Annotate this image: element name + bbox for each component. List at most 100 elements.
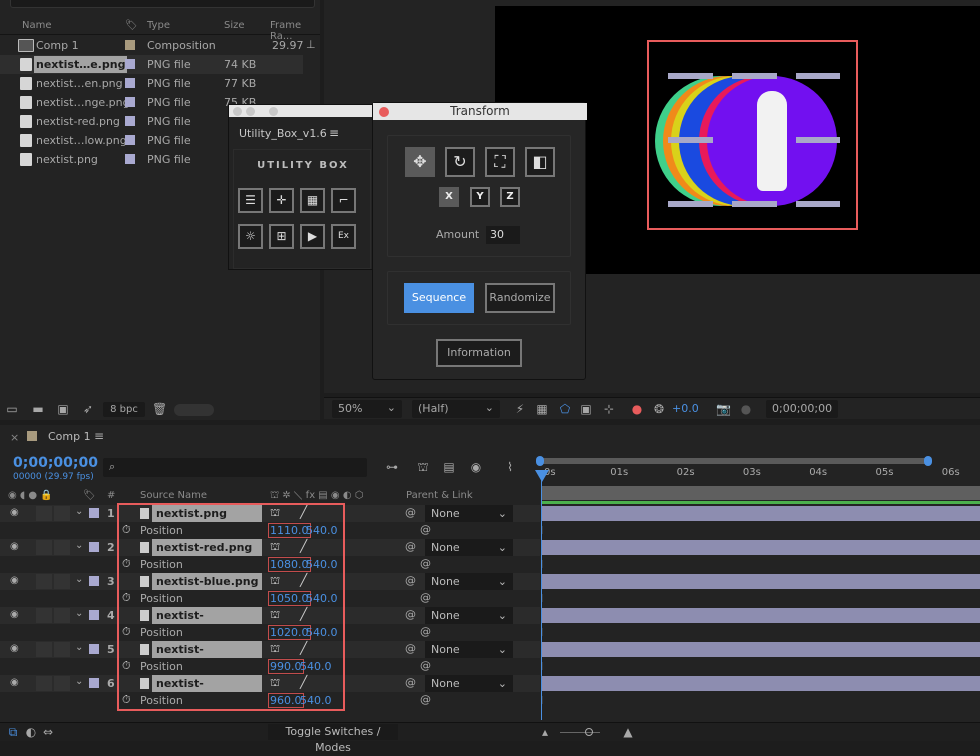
toggle-switches-modes-button[interactable]: Toggle Switches / Modes [268, 724, 398, 754]
exposure-value[interactable]: +0.0 [672, 402, 699, 415]
camera-icon[interactable]: ▶ [300, 224, 325, 249]
mask-visibility-icon[interactable]: ⬠ [558, 402, 572, 416]
work-area-bar[interactable] [541, 458, 927, 464]
split-quad-icon[interactable]: ⊞ [269, 224, 294, 249]
pick-whip-icon[interactable]: @ [405, 642, 416, 655]
pick-whip-icon[interactable]: @ [405, 506, 416, 519]
solo-switch[interactable] [36, 642, 52, 657]
label-color-swatch[interactable] [89, 678, 99, 688]
color-channels-icon[interactable]: ● [630, 402, 644, 416]
lock-switch[interactable] [54, 506, 70, 521]
chevron-down-icon[interactable]: ⌄ [75, 574, 83, 585]
zoom-out-icon[interactable]: ▴ [538, 725, 552, 739]
graph-editor-icon[interactable]: ⌇ [503, 460, 517, 474]
transform-titlebar[interactable]: Transform [373, 103, 587, 120]
solo-switch[interactable] [36, 506, 52, 521]
expression-pick-whip-icon[interactable]: @ [420, 659, 431, 672]
pick-whip-icon[interactable]: @ [405, 608, 416, 621]
expression-pick-whip-icon[interactable]: @ [420, 591, 431, 604]
composition-mini-flowchart-icon[interactable]: ⊶ [385, 460, 399, 474]
sun-icon[interactable]: ☼ [238, 224, 263, 249]
label-color-swatch[interactable] [125, 135, 135, 145]
exposure-reset-icon[interactable]: ❂ [652, 402, 666, 416]
lock-switch[interactable] [54, 574, 70, 589]
work-area-range[interactable] [541, 486, 980, 500]
work-area-start-handle[interactable] [536, 456, 544, 466]
trash-icon[interactable]: 🗑 [152, 402, 167, 416]
snapshot-camera-icon[interactable]: 📷 [716, 402, 731, 416]
layer-handle[interactable] [668, 201, 713, 207]
layer-handle[interactable] [796, 137, 840, 143]
chevron-down-icon[interactable]: ⌄ [75, 506, 83, 517]
axis-y-button[interactable]: Y [470, 187, 490, 207]
lock-switch[interactable] [54, 608, 70, 623]
source-name-header[interactable]: Source Name [140, 490, 207, 501]
layer-search-input[interactable]: ⌕ [103, 458, 367, 477]
transparency-grid-icon[interactable]: ▦ [535, 402, 549, 416]
project-search-input[interactable] [10, 0, 315, 8]
label-color-swatch[interactable] [89, 508, 99, 518]
eye-icon[interactable]: ◉ [10, 507, 19, 518]
parent-dropdown[interactable]: None ⌄ [425, 505, 513, 522]
label-color-swatch[interactable] [89, 610, 99, 620]
current-time-display[interactable]: 0;00;00;00 [766, 400, 838, 418]
anchor-point-icon[interactable]: ✛ [269, 188, 294, 213]
interpret-footage-icon[interactable]: ▭ [5, 402, 19, 416]
solo-switch[interactable] [36, 540, 52, 555]
label-color-swatch[interactable] [125, 116, 135, 126]
eye-icon[interactable]: ◉ [10, 575, 19, 586]
window-minimize-button[interactable] [246, 107, 255, 116]
layer-handle[interactable] [668, 73, 713, 79]
parent-dropdown[interactable]: None ⌄ [425, 573, 513, 590]
label-color-swatch[interactable] [89, 542, 99, 552]
lock-switch[interactable] [54, 540, 70, 555]
rotate-icon[interactable]: ↻ [445, 147, 475, 177]
label-color-swatch[interactable] [125, 97, 135, 107]
layer-duration-bar[interactable] [541, 506, 980, 521]
timeline-timecode[interactable]: 0;00;00;00 [13, 455, 98, 471]
align-icon[interactable]: ☰ [238, 188, 263, 213]
parent-dropdown[interactable]: None ⌄ [425, 539, 513, 556]
layer-duration-bar[interactable] [541, 540, 980, 555]
layer-handle[interactable] [796, 201, 840, 207]
col-name[interactable]: Name [22, 20, 52, 31]
playhead-line[interactable] [541, 470, 542, 720]
pick-whip-icon[interactable]: @ [405, 676, 416, 689]
label-color-swatch[interactable] [89, 576, 99, 586]
scale-icon[interactable]: ⛶ [485, 147, 515, 177]
label-color-swatch[interactable] [125, 59, 135, 69]
eye-icon[interactable]: ◉ [10, 677, 19, 688]
hamburger-menu-icon[interactable]: ≡ [94, 429, 104, 443]
in-out-toggle-icon[interactable]: ⇔ [41, 725, 55, 739]
axis-z-button[interactable]: Z [500, 187, 520, 207]
parent-dropdown[interactable]: None ⌄ [425, 641, 513, 658]
eye-icon[interactable]: ◉ [10, 541, 19, 552]
expression-pick-whip-icon[interactable]: @ [420, 557, 431, 570]
utility-box-titlebar[interactable] [229, 105, 375, 117]
lock-switch[interactable] [54, 676, 70, 691]
solo-switch[interactable] [36, 574, 52, 589]
parent-dropdown[interactable]: None ⌄ [425, 607, 513, 624]
timeline-zoom-slider[interactable] [560, 732, 600, 733]
zoom-in-icon[interactable]: ▲ [621, 725, 635, 739]
opacity-icon[interactable]: ◧ [525, 147, 555, 177]
grid-guides-icon[interactable]: ⊹ [602, 402, 616, 416]
zoom-dropdown[interactable]: 50% ⌄ [332, 400, 402, 418]
fast-preview-icon[interactable]: ⚡ [513, 402, 527, 416]
window-close-button[interactable] [233, 107, 242, 116]
parent-link-header[interactable]: Parent & Link [406, 490, 473, 501]
comp-tab[interactable]: Comp 1 [48, 430, 91, 443]
col-size[interactable]: Size [224, 20, 245, 31]
region-of-interest-icon[interactable]: ▣ [579, 402, 593, 416]
layer-switches-toggle-icon[interactable]: ⧉ [6, 725, 20, 739]
layer-handle[interactable] [732, 73, 777, 79]
hamburger-menu-icon[interactable]: ≡ [329, 126, 339, 140]
chevron-down-icon[interactable]: ⌄ [75, 676, 83, 687]
close-button[interactable] [379, 107, 389, 117]
label-color-swatch[interactable] [89, 644, 99, 654]
project-item[interactable]: nextist…e.png PNG file 74 KB [0, 55, 303, 74]
expression-pick-whip-icon[interactable]: @ [420, 693, 431, 706]
work-area-end-handle[interactable] [924, 456, 932, 466]
layer-handle[interactable] [668, 137, 713, 143]
col-type[interactable]: Type [147, 20, 170, 31]
